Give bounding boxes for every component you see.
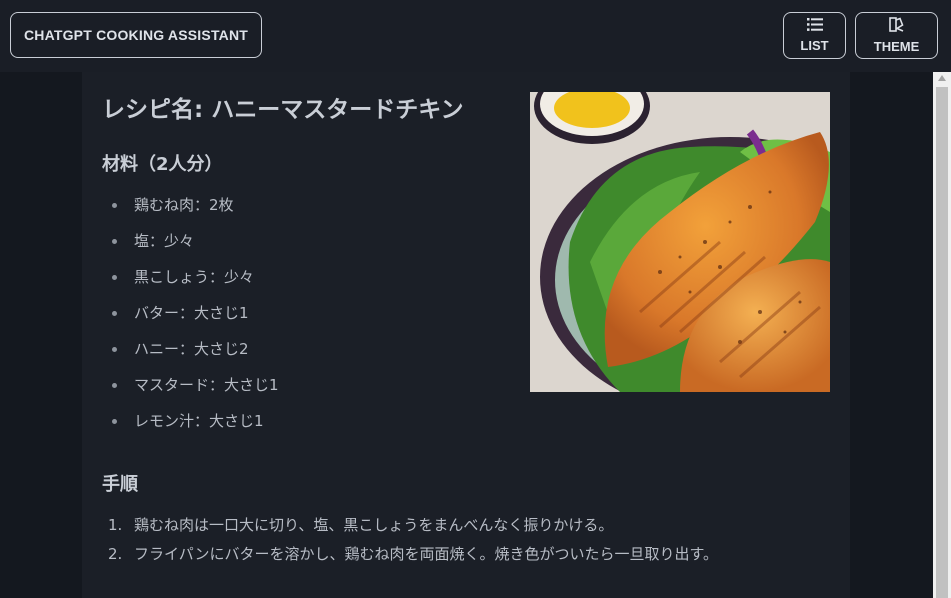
ingredient-item: 塩：少々 — [102, 223, 279, 259]
theme-button[interactable]: THEME — [855, 12, 938, 59]
scroll-thumb[interactable] — [936, 87, 948, 598]
left-gutter — [0, 72, 82, 598]
step-item: 1. 鶏むね肉は一口大に切り、塩、黒こしょうをまんべんなく振りかける。 — [102, 512, 742, 539]
ingredient-item: マスタード：大さじ1 — [102, 367, 279, 403]
theme-icon — [889, 17, 904, 35]
step-number: 1. — [108, 516, 123, 534]
app-title-button[interactable]: CHATGPT COOKING ASSISTANT — [10, 12, 262, 58]
recipe-panel: レシピ名: ハニーマスタードチキン 材料（2人分） 鶏むね肉：2枚 塩：少々 黒… — [82, 72, 850, 598]
step-text: フライパンにバターを溶かし、鶏むね肉を両面焼く。焼き色がついたら一旦取り出す。 — [134, 545, 718, 563]
top-bar: CHATGPT COOKING ASSISTANT LIST THEME — [0, 0, 951, 72]
ingredient-item: ハニー：大さじ2 — [102, 331, 279, 367]
app-title-label: CHATGPT COOKING ASSISTANT — [23, 27, 249, 43]
step-text: 鶏むね肉は一口大に切り、塩、黒こしょうをまんべんなく振りかける。 — [134, 516, 614, 534]
step-number: 2. — [108, 545, 123, 563]
scroll-up-arrow-icon[interactable] — [938, 75, 946, 81]
ingredient-item: バター：大さじ1 — [102, 295, 279, 331]
steps-list: 1. 鶏むね肉は一口大に切り、塩、黒こしょうをまんべんなく振りかける。 2. フ… — [102, 512, 742, 570]
scrollbar[interactable] — [933, 72, 951, 598]
recipe-title: レシピ名: ハニーマスタードチキン — [102, 97, 464, 123]
ingredient-item: 黒こしょう：少々 — [102, 259, 279, 295]
ingredient-item: 鶏むね肉：2枚 — [102, 187, 279, 223]
recipe-photo — [530, 92, 830, 392]
theme-label: THEME — [873, 39, 920, 54]
right-gutter — [850, 72, 933, 598]
list-icon — [806, 18, 823, 34]
ingredients-list: 鶏むね肉：2枚 塩：少々 黒こしょう：少々 バター：大さじ1 ハニー：大さじ2 … — [102, 187, 279, 439]
ingredient-item: レモン汁：大さじ1 — [102, 403, 279, 439]
ingredients-heading: 材料（2人分） — [102, 154, 223, 175]
list-button[interactable]: LIST — [783, 12, 846, 59]
list-label: LIST — [800, 38, 829, 53]
steps-heading: 手順 — [102, 474, 138, 495]
step-item: 2. フライパンにバターを溶かし、鶏むね肉を両面焼く。焼き色がついたら一旦取り出… — [102, 541, 742, 568]
